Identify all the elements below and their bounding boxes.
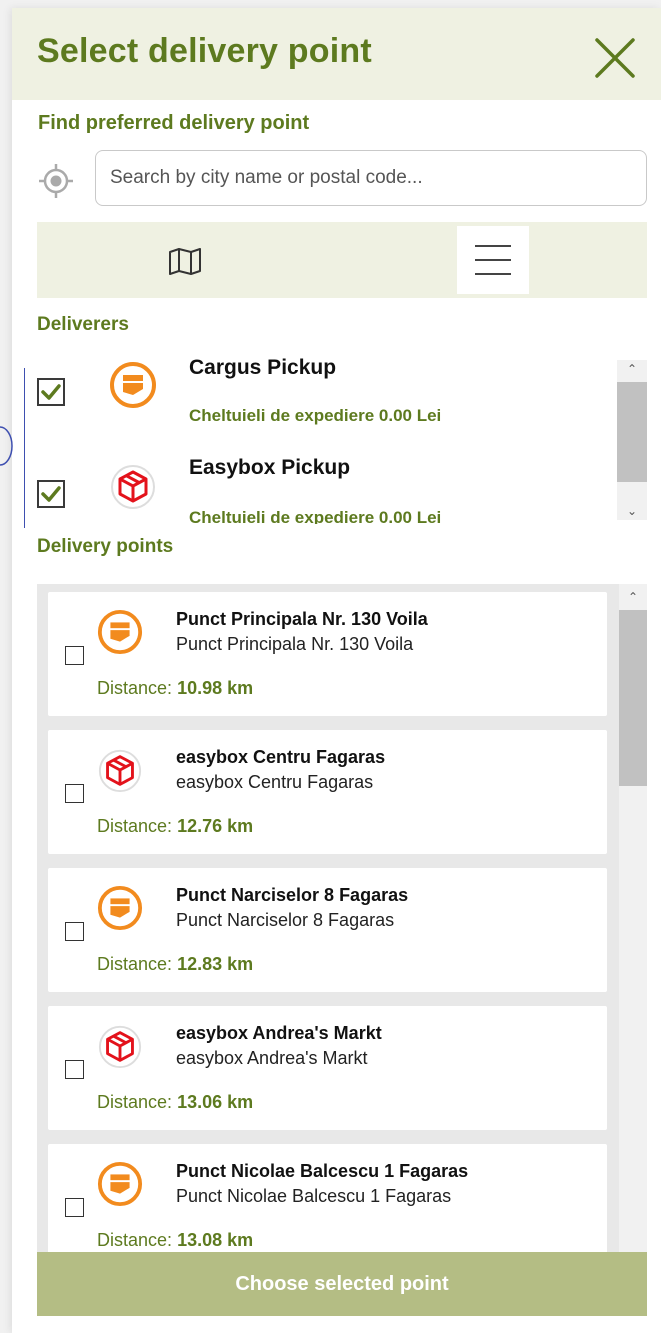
point-distance: Distance: 13.06 km [97, 1092, 253, 1113]
list-item[interactable]: easybox Centru Fagaras easybox Centru Fa… [48, 730, 607, 854]
choose-selected-point-button[interactable]: Choose selected point [37, 1252, 647, 1316]
deliverer-cost: Cheltuieli de expediere 0.00 Lei [189, 406, 442, 425]
search-input[interactable] [95, 150, 647, 206]
point-name: Punct Narciselor 8 Fagaras [176, 885, 409, 905]
point-checkbox[interactable] [65, 1060, 84, 1079]
list-item[interactable]: easybox Andrea's Markt easybox Andrea's … [48, 1006, 607, 1130]
distance-label: Distance: [97, 1092, 173, 1112]
points-scrollbar[interactable]: ⌃ [619, 584, 647, 1254]
list-view-icon [475, 245, 511, 275]
point-distance: Distance: 10.98 km [97, 678, 253, 699]
list-item[interactable]: Punct Narciselor 8 Fagaras Punct Narcise… [48, 868, 607, 992]
point-subtitle: Punct Principala Nr. 130 Voila [176, 634, 414, 654]
delivery-point-panel: Select delivery point Find preferred del… [12, 8, 661, 1333]
distance-value: 12.83 km [177, 954, 254, 974]
distance-label: Distance: [97, 816, 173, 836]
scroll-thumb[interactable] [617, 382, 647, 482]
list-view-button[interactable] [457, 226, 529, 294]
point-checkbox[interactable] [65, 922, 84, 941]
panel-header: Select delivery point [12, 8, 661, 100]
checkmark-icon [41, 384, 61, 400]
point-name: easybox Centru Fagaras [176, 747, 386, 767]
distance-label: Distance: [97, 954, 173, 974]
point-name: Punct Principala Nr. 130 Voila [176, 609, 428, 629]
delivery-points-list: Punct Principala Nr. 130 Voila Punct Pri… [37, 584, 647, 1254]
point-subtitle: easybox Centru Fagaras [176, 772, 374, 792]
scroll-up-icon[interactable]: ⌃ [619, 588, 647, 606]
point-distance: Distance: 12.83 km [97, 954, 253, 975]
edge-divider [24, 368, 25, 528]
point-distance: Distance: 12.76 km [97, 816, 253, 837]
point-subtitle: easybox Andrea's Markt [176, 1048, 368, 1068]
deliverers-scrollbar[interactable]: ⌃ ⌄ [617, 360, 647, 520]
scroll-down-icon[interactable]: ⌄ [617, 502, 647, 520]
scroll-up-icon[interactable]: ⌃ [617, 360, 647, 378]
point-checkbox[interactable] [65, 1198, 84, 1217]
distance-value: 12.76 km [177, 816, 254, 836]
cargus-logo-icon [97, 609, 143, 655]
locate-me-icon[interactable] [38, 163, 74, 199]
map-view-icon[interactable] [167, 246, 203, 276]
scroll-thumb[interactable] [619, 610, 647, 786]
search-label: Find preferred delivery point [38, 112, 310, 134]
easybox-logo-icon [111, 465, 155, 509]
point-name: Punct Nicolae Balcescu 1 Fagaras [176, 1161, 469, 1181]
point-checkbox[interactable] [65, 784, 84, 803]
page-title: Select delivery point [37, 32, 372, 70]
point-distance: Distance: 13.08 km [97, 1230, 253, 1251]
cargus-logo-icon [97, 1161, 143, 1207]
distance-value: 13.06 km [177, 1092, 254, 1112]
cargus-logo-icon [110, 362, 156, 408]
deliverer-cost: Cheltuieli de expediere 0.00 Lei [189, 508, 442, 524]
close-icon[interactable] [591, 34, 639, 82]
delivery-points-label: Delivery points [37, 536, 174, 557]
deliverer-checkbox-easybox[interactable] [37, 480, 65, 508]
edge-handle-icon[interactable] [0, 425, 14, 467]
checkmark-icon [41, 486, 61, 502]
view-toggle-bar [37, 222, 647, 298]
list-item[interactable]: Punct Nicolae Balcescu 1 Fagaras Punct N… [48, 1144, 607, 1254]
easybox-logo-icon [98, 749, 142, 793]
deliverer-cargus: Cargus Pickup Cheltuieli de expediere 0.… [37, 348, 617, 448]
distance-value: 13.08 km [177, 1230, 254, 1250]
deliverers-label: Deliverers [37, 314, 129, 335]
point-checkbox[interactable] [65, 646, 84, 665]
distance-label: Distance: [97, 678, 173, 698]
deliverer-easybox: Easybox Pickup Cheltuieli de expediere 0… [37, 446, 617, 524]
list-item[interactable]: Punct Principala Nr. 130 Voila Punct Pri… [48, 592, 607, 716]
deliverer-checkbox-cargus[interactable] [37, 378, 65, 406]
distance-label: Distance: [97, 1230, 173, 1250]
deliverer-name: Easybox Pickup [189, 456, 351, 479]
deliverer-name: Cargus Pickup [189, 356, 337, 379]
cargus-logo-icon [97, 885, 143, 931]
deliverers-list: Cargus Pickup Cheltuieli de expediere 0.… [37, 348, 647, 524]
distance-value: 10.98 km [177, 678, 254, 698]
point-name: easybox Andrea's Markt [176, 1023, 382, 1043]
easybox-logo-icon [98, 1025, 142, 1069]
point-subtitle: Punct Narciselor 8 Fagaras [176, 910, 395, 930]
point-subtitle: Punct Nicolae Balcescu 1 Fagaras [176, 1186, 452, 1206]
